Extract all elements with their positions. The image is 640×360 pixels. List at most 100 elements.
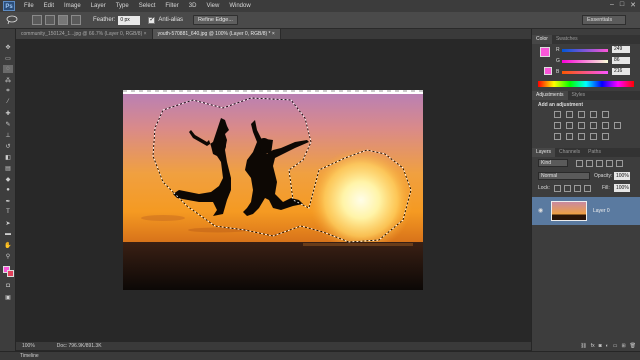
fill-value[interactable]: 100% (614, 184, 630, 192)
zoom-tool-icon[interactable]: ⚲ (3, 252, 13, 260)
threshold-icon[interactable] (578, 133, 585, 140)
layer-filter-kind[interactable]: Kind (538, 159, 568, 167)
quick-selection-tool-icon[interactable]: ⁂ (3, 76, 13, 84)
quick-mask-icon[interactable]: ◘ (3, 282, 13, 290)
tab-swatches[interactable]: Swatches (552, 35, 582, 44)
visibility-eye-icon[interactable]: ◉ (538, 207, 543, 214)
hue-saturation-icon[interactable] (554, 122, 561, 129)
workspace-select[interactable]: Essentials (582, 15, 626, 25)
color-lookup-icon[interactable] (614, 122, 621, 129)
subtract-from-selection-icon[interactable] (58, 15, 68, 25)
menu-image[interactable]: Image (59, 3, 86, 9)
document-image[interactable] (123, 90, 423, 290)
tab-adjustments[interactable]: Adjustments (532, 91, 568, 100)
tab-youth-doc[interactable]: youth-570881_640.jpg @ 100% (Layer 0, RG… (152, 29, 281, 39)
new-selection-icon[interactable] (32, 15, 42, 25)
brush-tool-icon[interactable]: ✎ (3, 120, 13, 128)
green-value[interactable]: 86 (612, 57, 630, 64)
photo-filter-icon[interactable] (590, 122, 597, 129)
new-adjustment-icon[interactable]: ◐ (606, 343, 609, 351)
crop-tool-icon[interactable]: ⌗ (3, 87, 13, 95)
type-tool-icon[interactable]: T (3, 208, 13, 216)
menu-file[interactable]: File (19, 3, 39, 9)
intersect-selection-icon[interactable] (71, 15, 81, 25)
refine-edge-button[interactable]: Refine Edge... (193, 15, 238, 25)
shape-tool-icon[interactable]: ▬ (3, 230, 13, 238)
tab-color[interactable]: Color (532, 35, 552, 44)
black-white-icon[interactable] (578, 122, 585, 129)
lock-transparent-icon[interactable] (554, 185, 561, 192)
red-slider[interactable] (562, 49, 608, 52)
opacity-value[interactable]: 100% (614, 172, 630, 180)
history-brush-tool-icon[interactable]: ↺ (3, 142, 13, 150)
blur-tool-icon[interactable]: ◆ (3, 175, 13, 183)
layer-style-icon[interactable]: fx (591, 343, 595, 351)
tab-layers[interactable]: Layers (532, 148, 556, 157)
move-tool-icon[interactable]: ✥ (3, 43, 13, 51)
healing-brush-tool-icon[interactable]: ✚ (3, 109, 13, 117)
tab-channels[interactable]: Channels (555, 148, 584, 157)
menu-3d[interactable]: 3D (184, 3, 202, 9)
lock-image-icon[interactable] (564, 185, 571, 192)
close-button[interactable]: ✕ (630, 1, 636, 9)
canvas-area[interactable] (16, 39, 531, 342)
filter-type-icon[interactable] (596, 160, 603, 167)
new-group-icon[interactable]: ▭ (613, 343, 618, 351)
add-to-selection-icon[interactable] (45, 15, 55, 25)
color-spectrum-ramp[interactable] (538, 81, 634, 87)
filter-pixel-icon[interactable] (576, 160, 583, 167)
new-layer-icon[interactable]: ⊞ (621, 343, 625, 351)
eraser-tool-icon[interactable]: ◧ (3, 153, 13, 161)
menu-window[interactable]: Window (224, 3, 255, 9)
filter-adjustment-icon[interactable] (586, 160, 593, 167)
tab-paths[interactable]: Paths (584, 148, 605, 157)
link-layers-icon[interactable]: ⛓ (580, 343, 586, 351)
brightness-contrast-icon[interactable] (554, 111, 561, 118)
marquee-tool-icon[interactable]: ▭ (3, 54, 13, 62)
channel-mixer-icon[interactable] (602, 122, 609, 129)
curves-icon[interactable] (578, 111, 585, 118)
filter-shape-icon[interactable] (606, 160, 613, 167)
blend-mode-select[interactable]: Normal (538, 172, 590, 180)
layer-row[interactable]: ◉ Layer 0 (532, 197, 640, 225)
menu-type[interactable]: Type (111, 3, 134, 9)
background-color-swatch[interactable] (7, 270, 14, 277)
gradient-map-icon[interactable] (602, 133, 609, 140)
menu-select[interactable]: Select (134, 3, 161, 9)
clone-stamp-tool-icon[interactable]: ⊥ (3, 131, 13, 139)
eyedropper-tool-icon[interactable]: ⁄ (3, 98, 13, 106)
maximize-button[interactable]: □ (620, 1, 624, 9)
timeline-label[interactable]: Timeline (20, 353, 39, 359)
lasso-tool-icon[interactable]: ◌ (3, 65, 13, 73)
menu-filter[interactable]: Filter (160, 3, 183, 9)
green-slider[interactable] (562, 60, 608, 63)
layer-name[interactable]: Layer 0 (593, 208, 610, 214)
menu-view[interactable]: View (201, 3, 224, 9)
filter-smart-object-icon[interactable] (616, 160, 623, 167)
posterize-icon[interactable] (566, 133, 573, 140)
lock-position-icon[interactable] (574, 185, 581, 192)
tab-styles[interactable]: Styles (568, 91, 590, 100)
feather-input[interactable]: 0 px (118, 15, 141, 25)
pen-tool-icon[interactable]: ✒ (3, 197, 13, 205)
antialias-checkbox[interactable]: ✓ (148, 16, 156, 24)
blue-value[interactable]: 216 (612, 68, 630, 75)
lasso-tool-preset-icon[interactable] (6, 15, 18, 25)
invert-icon[interactable] (554, 133, 561, 140)
levels-icon[interactable] (566, 111, 573, 118)
add-mask-icon[interactable]: ◙ (599, 343, 602, 351)
color-balance-icon[interactable] (566, 122, 573, 129)
screen-mode-icon[interactable]: ▣ (3, 293, 13, 301)
vibrance-icon[interactable] (602, 111, 609, 118)
gradient-tool-icon[interactable]: ▤ (3, 164, 13, 172)
menu-edit[interactable]: Edit (39, 3, 59, 9)
dodge-tool-icon[interactable]: ● (3, 186, 13, 194)
exposure-icon[interactable] (590, 111, 597, 118)
selective-color-icon[interactable] (590, 133, 597, 140)
blue-slider[interactable] (562, 71, 608, 74)
lock-all-icon[interactable] (584, 185, 591, 192)
red-value[interactable]: 249 (612, 46, 630, 53)
hand-tool-icon[interactable]: ✋ (3, 241, 13, 249)
tab-community-doc[interactable]: community_150124_1...jpg @ 66.7% (Layer … (16, 29, 153, 39)
path-selection-tool-icon[interactable]: ➤ (3, 219, 13, 227)
